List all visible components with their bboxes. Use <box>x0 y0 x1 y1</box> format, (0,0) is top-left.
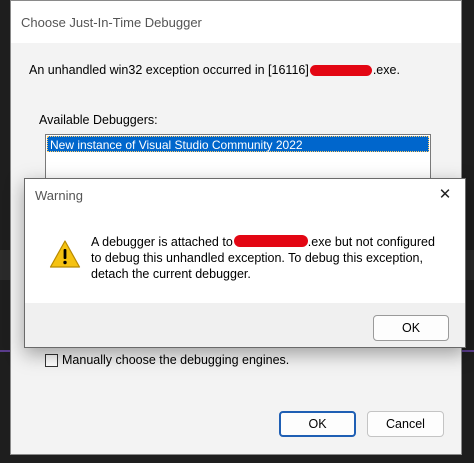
available-debuggers-label: Available Debuggers: <box>39 113 158 127</box>
warning-icon <box>49 239 81 269</box>
warning-line3: detach the current debugger. <box>91 266 451 282</box>
warning-ok-button[interactable]: OK <box>373 315 449 341</box>
exception-message: An unhandled win32 exception occurred in… <box>29 63 400 77</box>
manual-engines-checkbox[interactable] <box>45 354 58 367</box>
close-icon[interactable]: ✕ <box>435 185 455 205</box>
warning-dialog: Warning ✕ A debugger is attached to .exe … <box>24 178 466 348</box>
main-dialog-title: Choose Just-In-Time Debugger <box>21 15 202 30</box>
redaction-mark <box>234 235 308 247</box>
warning-line1-suffix: .exe but not configured <box>308 235 435 249</box>
exception-prefix: An unhandled win32 exception occurred in… <box>29 63 309 77</box>
exception-suffix: .exe. <box>373 63 400 77</box>
manual-engines-row[interactable]: Manually choose the debugging engines. <box>45 353 289 367</box>
background-accent-line <box>0 350 10 352</box>
warning-message: A debugger is attached to .exe but not co… <box>91 234 451 282</box>
warning-line2: to debug this unhandled exception. To de… <box>91 250 451 266</box>
background-accent-line <box>462 350 474 352</box>
redaction-mark <box>310 65 372 76</box>
warning-body: A debugger is attached to .exe but not co… <box>25 211 465 303</box>
warning-title: Warning <box>25 188 83 203</box>
main-titlebar[interactable]: Choose Just-In-Time Debugger <box>11 1 461 43</box>
main-ok-button[interactable]: OK <box>279 411 356 437</box>
main-cancel-button[interactable]: Cancel <box>367 411 444 437</box>
warning-titlebar[interactable]: Warning ✕ <box>25 179 465 211</box>
manual-engines-label[interactable]: Manually choose the debugging engines. <box>62 353 289 367</box>
debugger-list-item[interactable]: New instance of Visual Studio Community … <box>47 136 429 152</box>
warning-line1-prefix: A debugger is attached to <box>91 235 233 249</box>
